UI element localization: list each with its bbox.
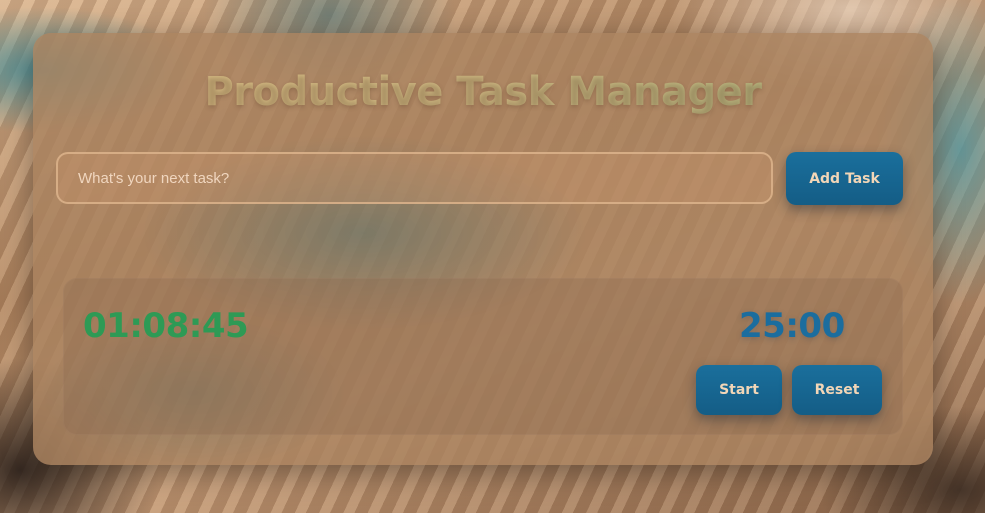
start-timer-button[interactable]: Start: [696, 365, 782, 415]
reset-timer-button[interactable]: Reset: [792, 365, 882, 415]
app-title: Productive Task Manager: [33, 69, 933, 115]
elapsed-time-display: 01:08:45: [83, 306, 249, 346]
add-task-button[interactable]: Add Task: [786, 152, 903, 205]
pomodoro-countdown-display: 25:00: [739, 306, 845, 346]
task-input[interactable]: [56, 152, 773, 204]
timer-section: 01:08:45 25:00 Start Reset: [63, 278, 903, 435]
task-manager-panel: Productive Task Manager Add Task 01:08:4…: [33, 33, 933, 465]
